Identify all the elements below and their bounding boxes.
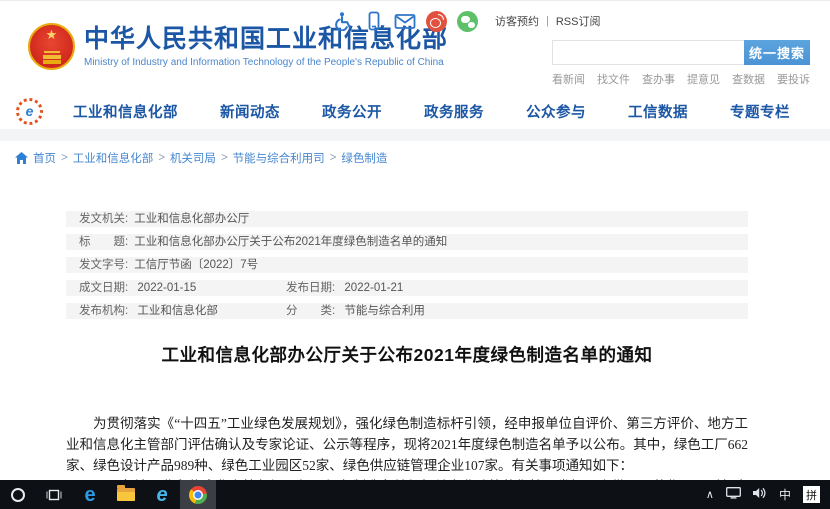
- article-paragraph-1: 为贯彻落实《“十四五”工业绿色发展规划》，强化绿色制造标杆引领，经申报单位自评价…: [66, 413, 748, 476]
- breadcrumb-miit[interactable]: 工业和信息化部: [73, 150, 154, 166]
- home-icon[interactable]: [15, 152, 28, 164]
- ime-pinyin-indicator[interactable]: 拼: [803, 486, 820, 503]
- breadcrumb-green-manufacturing[interactable]: 绿色制造: [341, 150, 387, 166]
- miit-gear-e-logo-icon[interactable]: e: [16, 98, 43, 125]
- breadcrumb-energy-dept[interactable]: 节能与综合利用司: [233, 150, 325, 166]
- document-content: 发文机关: 工业和信息化部办公厅 标 题: 工业和信息化部办公厅关于公布2021…: [66, 211, 748, 480]
- mail-icon[interactable]: [394, 10, 416, 32]
- meta-row-issuing-office: 发文机关: 工业和信息化部办公厅: [66, 211, 748, 227]
- meta-value: 节能与综合利用: [344, 305, 425, 317]
- accessibility-icon[interactable]: [332, 10, 354, 32]
- cortana-icon: [11, 488, 25, 502]
- language-indicator[interactable]: 中: [779, 486, 791, 503]
- document-meta-table: 发文机关: 工业和信息化部办公厅 标 题: 工业和信息化部办公厅关于公布2021…: [66, 211, 748, 319]
- header-right: 访客预约 | RSS订阅 统一搜索 看新闻 找文件 查办事 提意见 查数据 要投…: [552, 9, 810, 87]
- file-explorer-icon: [117, 488, 135, 501]
- quick-link-services[interactable]: 查办事: [642, 71, 675, 87]
- meta-label: 分 类:: [286, 305, 335, 317]
- meta-row-title: 标 题: 工业和信息化部办公厅关于公布2021年度绿色制造名单的通知: [66, 234, 748, 250]
- quick-links: 看新闻 找文件 查办事 提意见 查数据 要投诉: [552, 71, 810, 87]
- visitor-appointment-link[interactable]: 访客预约: [495, 13, 539, 29]
- chrome-icon: [189, 486, 207, 504]
- nav-item-miit[interactable]: 工业和信息化部: [73, 101, 178, 122]
- breadcrumb: 首页 > 工业和信息化部 > 机关司局 > 节能与综合利用司 > 绿色制造: [0, 141, 830, 176]
- meta-label: 成文日期:: [79, 282, 128, 294]
- desktop: ★ 中华人民共和国工业和信息化部 Ministry of Industry an…: [0, 0, 830, 509]
- nav-item-gov-services[interactable]: 政务服务: [424, 101, 484, 122]
- mobile-icon[interactable]: [363, 10, 385, 32]
- internet-explorer-button[interactable]: e: [144, 480, 180, 509]
- task-view-button[interactable]: [36, 480, 72, 509]
- site-header: ★ 中华人民共和国工业和信息化部 Ministry of Industry an…: [0, 1, 830, 93]
- meta-label: 发布日期:: [286, 282, 335, 294]
- nav-item-special[interactable]: 专题专栏: [730, 101, 790, 122]
- search-bar: 统一搜索: [552, 40, 810, 65]
- wechat-icon[interactable]: [456, 10, 478, 32]
- nav-item-news[interactable]: 新闻动态: [220, 101, 280, 122]
- breadcrumb-separator: >: [61, 152, 68, 164]
- taskbar-tray: ∧ 中 拼: [706, 486, 830, 504]
- search-input[interactable]: [552, 40, 744, 65]
- quick-link-data[interactable]: 查数据: [732, 71, 765, 87]
- breadcrumb-separator: >: [330, 152, 337, 164]
- nav-item-participation[interactable]: 公众参与: [526, 101, 586, 122]
- breadcrumb-departments[interactable]: 机关司局: [170, 150, 216, 166]
- nav-item-gov-open[interactable]: 政务公开: [322, 101, 382, 122]
- breadcrumb-separator: >: [221, 152, 228, 164]
- emblem-star-icon: ★: [46, 28, 58, 41]
- miit-webpage: ★ 中华人民共和国工业和信息化部 Ministry of Industry an…: [0, 0, 830, 480]
- top-text-links: 访客预约 | RSS订阅: [495, 13, 600, 29]
- windows-taskbar: e e ∧ 中 拼: [0, 480, 830, 509]
- meta-value: 工业和信息化部办公厅: [134, 211, 249, 227]
- meta-value: 工业和信息化部: [137, 305, 218, 317]
- header-icons-row: 访客预约 | RSS订阅: [332, 9, 810, 33]
- weibo-icon[interactable]: [425, 10, 447, 32]
- meta-label: 发文字号:: [79, 257, 128, 273]
- meta-value: 工业和信息化部办公厅关于公布2021年度绿色制造名单的通知: [134, 234, 447, 250]
- article-title: 工业和信息化部办公厅关于公布2021年度绿色制造名单的通知: [66, 342, 748, 367]
- network-icon[interactable]: [726, 486, 741, 504]
- meta-label: 发布机构:: [79, 305, 128, 317]
- quick-link-news[interactable]: 看新闻: [552, 71, 585, 87]
- task-view-icon: [46, 488, 62, 502]
- emblem-gate-icon: [43, 55, 61, 59]
- cortana-button[interactable]: [0, 480, 36, 509]
- file-explorer-button[interactable]: [108, 480, 144, 509]
- internet-explorer-icon: e: [156, 485, 167, 505]
- meta-value: 2022-01-15: [137, 282, 196, 294]
- main-nav: e 工业和信息化部 新闻动态 政务公开 政务服务 公众参与 工信数据 专题专栏: [0, 93, 830, 129]
- divider-band: [0, 129, 830, 141]
- edge-icon: e: [84, 485, 95, 505]
- quick-link-complaint[interactable]: 要投诉: [777, 71, 810, 87]
- link-divider: |: [546, 15, 549, 27]
- meta-row-doc-number: 发文字号: 工信厅节函〔2022〕7号: [66, 257, 748, 273]
- meta-label: 发文机关:: [79, 211, 128, 227]
- nav-items: 工业和信息化部 新闻动态 政务公开 政务服务 公众参与 工信数据 专题专栏: [73, 101, 802, 122]
- quick-link-suggest[interactable]: 提意见: [687, 71, 720, 87]
- rss-link[interactable]: RSS订阅: [556, 13, 601, 29]
- site-subtitle: Ministry of Industry and Information Tec…: [84, 57, 448, 68]
- national-emblem-icon: ★: [28, 23, 75, 70]
- breadcrumb-separator: >: [158, 152, 165, 164]
- tray-show-hidden-icons-chevron[interactable]: ∧: [706, 488, 714, 501]
- article-body: 为贯彻落实《“十四五”工业绿色发展规划》，强化绿色制造标杆引领，经申报单位自评价…: [66, 413, 748, 480]
- unified-search-button[interactable]: 统一搜索: [744, 40, 810, 65]
- quick-link-files[interactable]: 找文件: [597, 71, 630, 87]
- chrome-button-active[interactable]: [180, 480, 216, 509]
- volume-icon[interactable]: [753, 486, 767, 504]
- nav-item-data[interactable]: 工信数据: [628, 101, 688, 122]
- breadcrumb-home[interactable]: 首页: [33, 150, 56, 166]
- meta-value: 工信厅节函〔2022〕7号: [134, 257, 258, 273]
- meta-value: 2022-01-21: [344, 282, 403, 294]
- meta-row-publisher-category: 发布机构: 工业和信息化部 分 类: 节能与综合利用: [66, 303, 748, 319]
- taskbar-apps: e e: [0, 480, 216, 509]
- meta-row-dates: 成文日期: 2022-01-15 发布日期: 2022-01-21: [66, 280, 748, 296]
- meta-label: 标 题:: [79, 234, 128, 250]
- edge-button[interactable]: e: [72, 480, 108, 509]
